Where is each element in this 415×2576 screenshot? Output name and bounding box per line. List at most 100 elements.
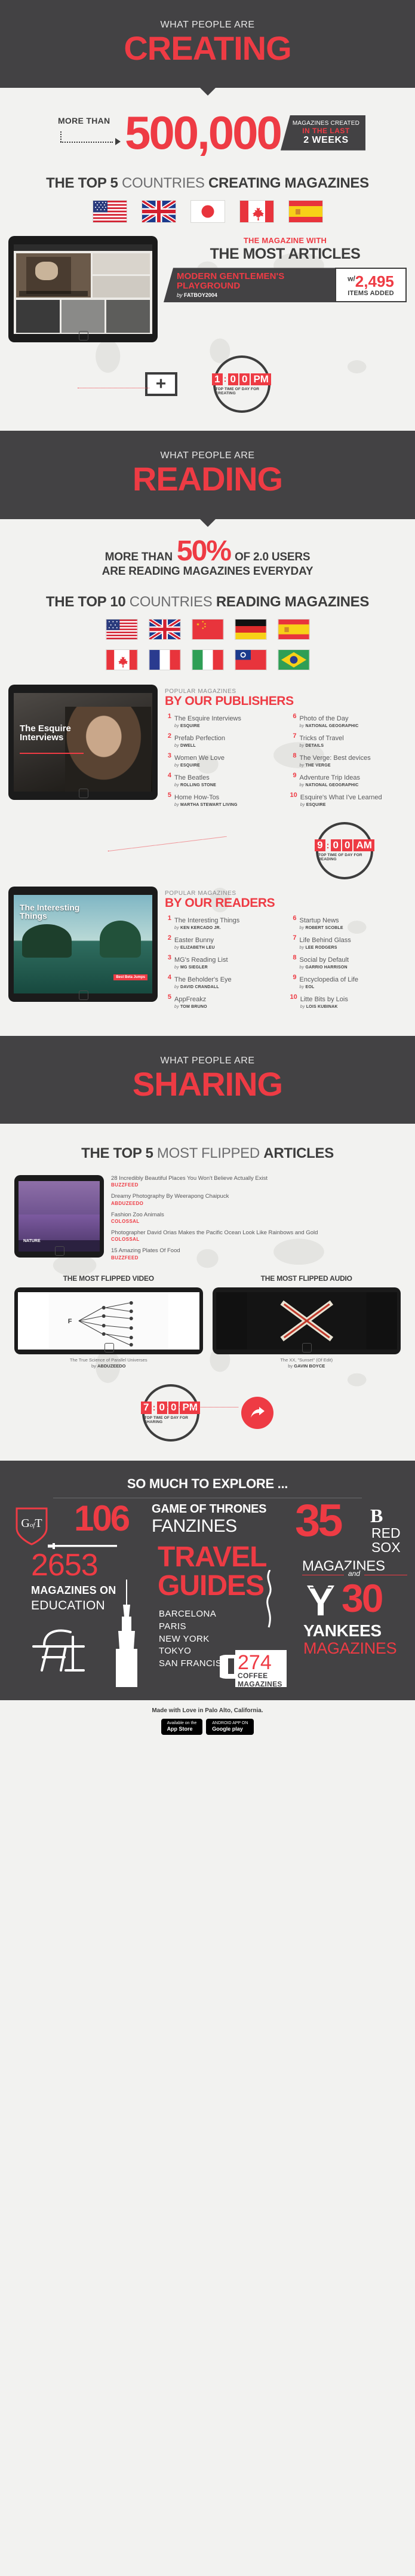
title-part-2: COUNTRIES	[121, 175, 208, 192]
reading-clock-digits: 9 : 0 0 AM	[315, 839, 374, 852]
flag-canada	[105, 649, 138, 670]
clock-colon: :	[326, 840, 330, 851]
audio-caption-by: by	[288, 1363, 293, 1369]
svg-text:B: B	[370, 1505, 383, 1526]
list-item: 8 The Verge: Best devices by THE VERGE	[290, 752, 407, 768]
list-by: by KEN KERCADO JR.	[174, 925, 221, 930]
sharing-title: SHARING	[132, 1065, 283, 1103]
more-than-block: MORE THAN	[50, 116, 121, 149]
readers-column-right: 6 Startup News by ROBERT SCOBLE 7 Life Behi…	[290, 915, 407, 1013]
items-count-line: w/2,495	[342, 274, 399, 289]
list-rank: 1	[167, 712, 171, 720]
list-item: 8 Social by Default by GARRIO HARRISON	[290, 954, 407, 970]
list-item: 3 Women We Love by ESQUIRE	[165, 752, 282, 768]
flag-canada	[239, 200, 274, 223]
list-by: by TOM BRUNO	[174, 1004, 207, 1009]
ipad-esquire-cover: The Esquire Interviews	[8, 684, 158, 800]
app-store-small: Available on the	[167, 1721, 197, 1726]
most-articles-title: THE MOST ARTICLES	[210, 246, 361, 263]
reading-more-than: MORE THAN	[104, 550, 173, 563]
clock-digit-hour: 7	[141, 1402, 152, 1415]
art-title-part-3: ARTICLES	[263, 1145, 334, 1161]
list-by: by ESQUIRE	[174, 763, 200, 768]
clock-meridiem: AM	[353, 839, 374, 852]
list-name: The Esquire Interviews	[174, 714, 241, 722]
list-rank: 8	[293, 752, 297, 759]
stat-500k: MORE THAN 500,000 MAGAZINES CREATED IN T…	[0, 88, 415, 164]
flag-united-states	[105, 618, 138, 640]
app-store-badge[interactable]: Available on the App Store	[161, 1719, 203, 1735]
yankees-line-1: YANKEES	[303, 1621, 382, 1640]
magazine-author-line: by FATBOY2004	[177, 292, 329, 298]
items-added-box: w/2,495 ITEMS ADDED	[335, 268, 407, 302]
flag-china	[191, 618, 224, 640]
list-by: by THE VERGE	[299, 763, 331, 768]
reading-50-percent-block: MORE THAN 50% OF 2.0 USERS ARE READING M…	[0, 519, 415, 583]
publishers-kicker: POPULAR MAGAZINES	[165, 688, 236, 695]
clock-digit-min-1: 0	[156, 1402, 167, 1415]
education-line-1: MAGAZINES ON	[31, 1584, 116, 1597]
top5-countries-block: THE TOP 5 COUNTRIES CREATING MAGAZINES T…	[0, 164, 415, 431]
big-number-500000: 500,000	[124, 106, 282, 160]
list-by: by DETAILS	[299, 743, 324, 748]
clock-colon: :	[152, 1403, 156, 1413]
list-item: 5 Home How-Tos by MARTHA STEWART LIVING	[165, 792, 282, 807]
readers-list-block: POPULAR MAGAZINES BY OUR READERS 1 The In…	[165, 887, 407, 1020]
article-title: Dreamy Photography By Weerapong Chaipuck	[111, 1193, 229, 1200]
list-by: by MARTHA STEWART LIVING	[174, 802, 238, 807]
travel-city: NEW YORK	[159, 1633, 210, 1644]
art-title-part-2: MOST FLIPPED	[156, 1145, 264, 1161]
article-title: Fashion Zoo Animals	[111, 1211, 164, 1218]
article-source: COLOSSAL	[111, 1237, 140, 1243]
list-item: 7 Life Behind Glass by LEE RODGERS	[290, 934, 407, 950]
reading-clock: 9 : 0 0 AM TOP TIME OF DAY FOR READING	[315, 821, 374, 879]
list-name: AppFreakz	[174, 995, 207, 1003]
list-rank: 1	[167, 914, 171, 922]
list-name: Litte Bits by Lois	[300, 995, 348, 1003]
list-rank: 10	[290, 791, 297, 799]
title10-part-3: READING MAGAZINES	[216, 593, 370, 610]
sharing-clock-digits: 7 : 0 0 PM	[141, 1402, 200, 1415]
creating-clock-row: + 1 : 0 0 PM TOP TIME OF DAY FOR CREATIN…	[0, 345, 415, 431]
redsox-line-2: SOX	[371, 1540, 401, 1556]
list-rank: 2	[167, 934, 171, 942]
list-name: MG's Reading List	[174, 956, 228, 964]
steam-icon	[260, 1569, 278, 1632]
ipad-flipped-article: NATURE	[14, 1174, 104, 1258]
clock-meridiem: PM	[180, 1402, 200, 1415]
footer: Made with Love in Palo Alto, California.…	[0, 1700, 415, 1743]
sharing-clock: 7 : 0 0 PM TOP TIME OF DAY FOR SHARING	[141, 1384, 200, 1442]
travel-line-1: TRAVEL	[158, 1541, 267, 1574]
video-caption-author: ABDUZEEDO	[97, 1363, 126, 1369]
explore-grid: GofT 106 GAME OF THRONES FANZINES 35 B R…	[10, 1498, 407, 1688]
svg-text:GofT: GofT	[21, 1517, 42, 1530]
list-item: 9 Adventure Trip Ideas by NATIONAL GEOGRAP…	[290, 772, 407, 787]
list-name: Tricks of Travel	[299, 734, 344, 742]
tag-line-1: MAGAZINES CREATED	[292, 119, 360, 127]
title10-part-2: COUNTRIES	[129, 593, 216, 610]
clock-digit-min-2: 0	[342, 839, 353, 852]
reading-title: READING	[132, 460, 283, 498]
article-source: BUZZFEED	[111, 1182, 139, 1188]
play-small: ANDROID APP ON	[212, 1721, 248, 1726]
share-icon[interactable]	[241, 1397, 273, 1430]
reading-percent: 50%	[176, 535, 232, 567]
google-play-badge[interactable]: ANDROID APP ON Google play	[206, 1719, 254, 1735]
article-source: COLOSSAL	[111, 1219, 140, 1225]
publishers-column-left: 1 The Esquire Interviews by ESQUIRE 2 Prefa…	[165, 713, 282, 811]
list-name: Prefab Perfection	[174, 734, 225, 742]
top10-flag-row-1	[41, 618, 375, 643]
list-item: 10 Esquire's What I've Learned by ESQUIRE	[290, 792, 407, 807]
list-by: by ROLLING STONE	[174, 783, 216, 787]
chair-icon	[26, 1619, 104, 1676]
list-by: by DAVID CRANDALL	[174, 985, 219, 989]
list-item: 1 The Esquire Interviews by ESQUIRE	[165, 713, 282, 728]
article-source: BUZZFEED	[111, 1255, 139, 1261]
list-item: 6 Startup News by ROBERT SCOBLE	[290, 915, 407, 930]
article-item: Photographer David Orias Makes the Pacif…	[111, 1229, 401, 1242]
creating-clock-label: TOP TIME OF DAY FOR CREATING	[215, 387, 260, 396]
top5-articles-title: THE TOP 5 MOST FLIPPED ARTICLES	[14, 1145, 401, 1172]
audio-heading: THE MOST FLIPPED AUDIO	[260, 1274, 352, 1283]
flag-united-states	[92, 200, 127, 223]
travel-city: BARCELONA	[159, 1609, 217, 1620]
